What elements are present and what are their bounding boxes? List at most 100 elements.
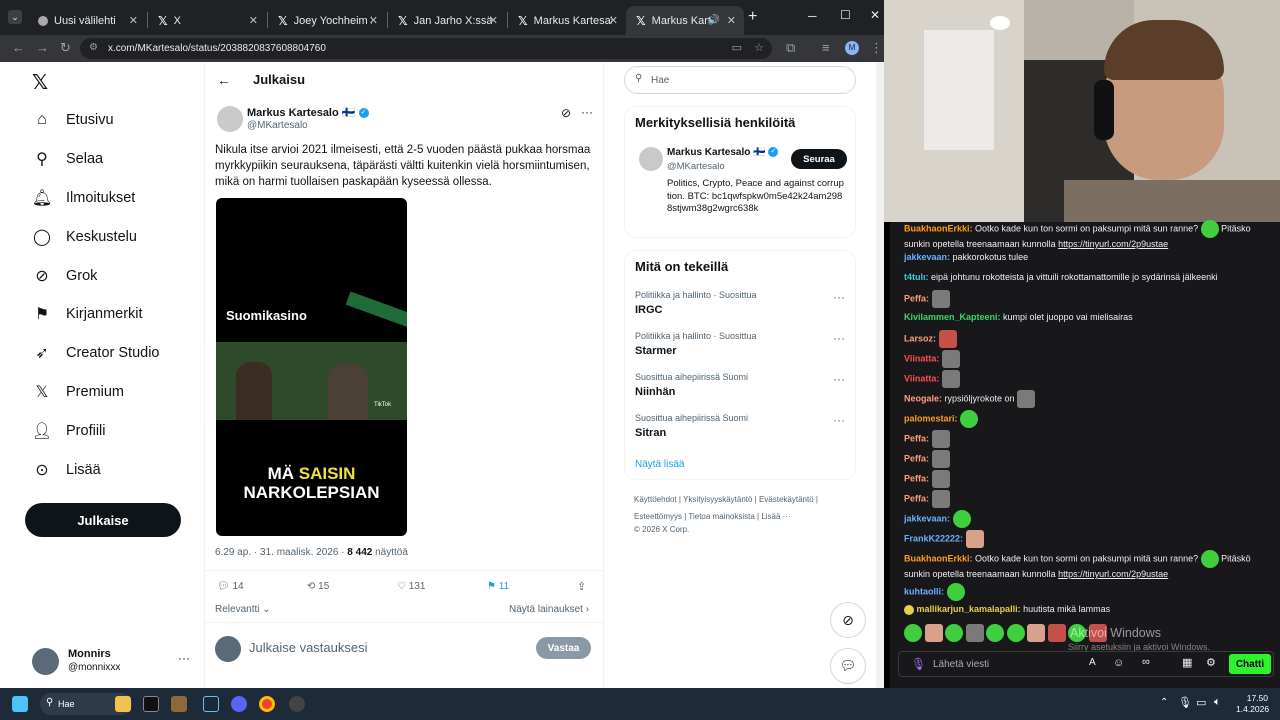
- chat-username[interactable]: Viinatta:: [904, 353, 939, 363]
- chat-username[interactable]: Neogale:: [904, 393, 942, 403]
- url-field[interactable]: ⚙ x.com/MKartesalo/status/20388208376088…: [80, 38, 772, 59]
- show-quotes-link[interactable]: Näytä lainaukset ›: [509, 604, 589, 615]
- profile-avatar-icon[interactable]: M: [845, 41, 859, 55]
- chat-username[interactable]: palomestari:: [904, 413, 958, 423]
- page-scrollbar[interactable]: [876, 62, 884, 688]
- more-icon[interactable]: ···: [833, 331, 845, 345]
- mic-icon[interactable]: 🎙︎: [1178, 696, 1192, 709]
- grok-fab[interactable]: ⊘: [830, 602, 866, 638]
- browser-tab-5[interactable]: 𝕏 Markus Kartesalo X ✕: [508, 6, 626, 35]
- follow-button[interactable]: Seuraa: [791, 149, 847, 169]
- extensions-icon[interactable]: ⧉: [786, 40, 795, 56]
- nav-notifications[interactable]: 🔔︎ Ilmoitukset: [32, 188, 135, 208]
- share-icon[interactable]: ⇪: [577, 580, 586, 593]
- footer-links-1[interactable]: Käyttöehdot | Yksityisyyskäytäntö | Eväs…: [634, 495, 818, 504]
- forward-icon[interactable]: →: [36, 40, 49, 55]
- chat-input[interactable]: 🎙︎ Lähetä viesti A ☺: [898, 651, 1274, 677]
- chat-link[interactable]: https://tinyurl.com/2p9ustae: [1058, 239, 1168, 249]
- reply-input[interactable]: Julkaise vastauksesi: [249, 640, 368, 655]
- trend-item[interactable]: Politiikka ja hallinto · Suosittua IRGC ··…: [635, 290, 845, 316]
- install-icon[interactable]: ▭: [732, 41, 742, 54]
- start-icon[interactable]: [12, 696, 28, 712]
- account-switcher[interactable]: Monnirs @monnixxx ···: [32, 645, 190, 675]
- close-icon[interactable]: ✕: [727, 14, 736, 27]
- menu-icon[interactable]: ⋮: [870, 40, 883, 56]
- app-icon[interactable]: [171, 696, 187, 712]
- media-icon[interactable]: ≡: [822, 40, 830, 55]
- person-name[interactable]: Markus Kartesalo 🇫🇮 ✓: [667, 147, 779, 158]
- calendar-icon[interactable]: ▦: [1182, 656, 1192, 669]
- reload-icon[interactable]: ↻: [60, 40, 71, 56]
- show-more-link[interactable]: Näytä lisää: [635, 459, 684, 470]
- browser-tab-4[interactable]: 𝕏 Jan Jarho X:ssä: "Tän ✕: [388, 6, 506, 35]
- chat-username[interactable]: Peffa:: [904, 493, 929, 503]
- translate-icon[interactable]: A: [1089, 657, 1096, 668]
- close-icon[interactable]: ✕: [249, 14, 258, 27]
- nav-creator-studio[interactable]: ➶ Creator Studio: [32, 343, 159, 363]
- obs-icon[interactable]: [289, 696, 305, 712]
- person-avatar[interactable]: [639, 147, 663, 171]
- more-icon[interactable]: ···: [833, 290, 845, 304]
- nav-home[interactable]: ⌂ Etusivu: [32, 110, 113, 130]
- chat-username[interactable]: FrankK22222:: [904, 533, 963, 543]
- post-video[interactable]: Suomikasino TikTok MÄ SAISIN NARKOLEPSIA…: [216, 198, 407, 536]
- site-info-icon[interactable]: ⚙: [89, 42, 98, 53]
- more-icon[interactable]: ···: [833, 372, 845, 386]
- new-tab-button[interactable]: +: [748, 8, 757, 26]
- browser-tab-3[interactable]: 𝕏 Joey Yochheim X:ssä ✕: [268, 6, 386, 35]
- nav-bookmarks[interactable]: ⚑ Kirjanmerkit: [32, 304, 143, 324]
- search-input[interactable]: ⚲ Hae: [624, 66, 856, 94]
- browser-tab-active[interactable]: 𝕏 Markus Kartesalo X 🔊 ✕: [626, 6, 744, 35]
- chat-username[interactable]: BuakhaonErkki:: [904, 553, 973, 563]
- reply-action[interactable]: 💬︎ 14: [217, 581, 244, 592]
- back-arrow-icon[interactable]: ←: [217, 72, 231, 88]
- trend-item[interactable]: Suosittua aihepiirissä Suomi Niinhän ···: [635, 372, 845, 398]
- author-handle[interactable]: @MKartesalo: [247, 120, 308, 131]
- sort-dropdown[interactable]: Relevantti ⌄: [215, 604, 271, 615]
- network-icon[interactable]: ▭: [1196, 696, 1206, 709]
- author-avatar[interactable]: [217, 106, 243, 132]
- chat-username[interactable]: Larsoz:: [904, 333, 936, 343]
- chat-username[interactable]: t4tulı:: [904, 272, 929, 282]
- chat-username[interactable]: jakkevaan:: [904, 252, 950, 262]
- maximize-button[interactable]: ☐: [840, 8, 851, 22]
- post-button[interactable]: Julkaise: [25, 503, 181, 537]
- chat-username[interactable]: BuakhaonErkki:: [904, 223, 973, 233]
- nav-explore[interactable]: ⚲ Selaa: [32, 149, 103, 169]
- bookmark-action[interactable]: ⚑ 11: [487, 581, 509, 592]
- trend-item[interactable]: Politiikka ja hallinto · Suosittua Starme…: [635, 331, 845, 357]
- discord-icon[interactable]: [231, 696, 247, 712]
- clock[interactable]: 17.50 1.4.2026: [1236, 693, 1269, 715]
- gear-icon[interactable]: ⚙: [1206, 656, 1216, 669]
- author-name[interactable]: Markus Kartesalo 🇫🇮 ✓: [247, 106, 369, 119]
- grok-icon[interactable]: ⊘: [561, 106, 571, 120]
- chat-username[interactable]: jakkevaan:: [904, 513, 950, 523]
- emoji-icon[interactable]: ☺: [1113, 657, 1124, 669]
- close-icon[interactable]: ✕: [369, 14, 378, 27]
- chat-username[interactable]: Viinatta:: [904, 373, 939, 383]
- speaker-icon[interactable]: 🔊: [708, 15, 720, 26]
- chat-username[interactable]: Peffa:: [904, 433, 929, 443]
- chat-username[interactable]: Peffa:: [904, 293, 929, 303]
- chat-username[interactable]: Kivilammen_Kapteeni:: [904, 312, 1001, 322]
- like-action[interactable]: ♡ 131: [397, 581, 425, 592]
- chat-send-button[interactable]: Chatti: [1229, 654, 1271, 674]
- nav-more[interactable]: ⊙ Lisää: [32, 460, 100, 480]
- nav-premium[interactable]: 𝕏 Premium: [32, 382, 124, 402]
- trend-item[interactable]: Suosittua aihepiirissä Suomi Sitran ···: [635, 413, 845, 439]
- window-close-button[interactable]: ✕: [870, 8, 880, 22]
- nav-grok[interactable]: ⊘ Grok: [32, 266, 97, 286]
- close-icon[interactable]: ✕: [129, 14, 138, 27]
- repost-action[interactable]: ⟲ 15: [307, 581, 329, 592]
- mic-icon[interactable]: 🎙︎: [911, 657, 926, 671]
- reply-button[interactable]: Vastaa: [536, 637, 591, 659]
- volume-icon[interactable]: 🔈︎: [1214, 696, 1221, 709]
- messages-fab[interactable]: 💬︎: [830, 648, 866, 684]
- close-icon[interactable]: ✕: [489, 14, 498, 27]
- more-icon[interactable]: ···: [581, 105, 593, 119]
- points-icon[interactable]: ∞: [1142, 656, 1150, 668]
- minimize-button[interactable]: ─: [808, 9, 817, 23]
- chat-username[interactable]: Peffa:: [904, 453, 929, 463]
- chrome-icon[interactable]: [259, 696, 275, 712]
- back-icon[interactable]: ←: [12, 40, 25, 55]
